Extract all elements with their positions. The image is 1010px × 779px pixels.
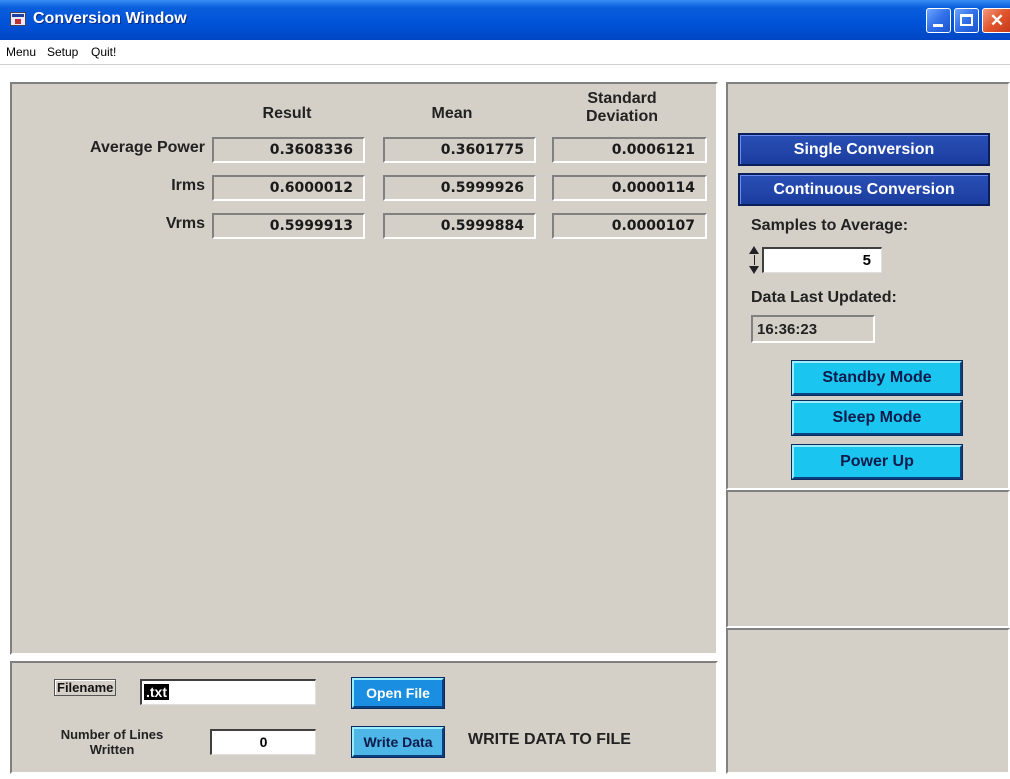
irms-result: 0.6000012 (212, 175, 365, 201)
close-button[interactable]: ✕ (982, 8, 1010, 33)
vrms-result: 0.5999913 (212, 213, 365, 239)
right-empty-panel-2 (726, 628, 1010, 774)
average-power-mean: 0.3601775 (383, 137, 536, 163)
last-updated-value: 16:36:23 (751, 315, 875, 343)
samples-input[interactable]: 5 (762, 247, 882, 273)
lines-written-field: 0 (210, 729, 316, 755)
app-icon[interactable] (10, 12, 26, 26)
measurement-panel: Result Mean Standard Deviation Average P… (10, 82, 718, 655)
irms-std-dev: 0.0000114 (552, 175, 707, 201)
average-power-std-dev: 0.0006121 (552, 137, 707, 163)
continuous-conversion-button[interactable]: Continuous Conversion (738, 173, 990, 206)
column-header-result: Result (262, 105, 312, 122)
title-bar[interactable]: Conversion Window ✕ (0, 0, 1010, 40)
filename-value: .txt (144, 684, 169, 700)
close-icon: ✕ (989, 11, 1005, 30)
power-up-button[interactable]: Power Up (791, 444, 963, 480)
filename-input[interactable]: .txt (140, 679, 316, 705)
vrms-std-dev: 0.0000107 (552, 213, 707, 239)
last-updated-label: Data Last Updated: (751, 289, 897, 306)
row-label-average-power: Average Power (89, 139, 205, 156)
write-data-button[interactable]: Write Data (351, 726, 445, 758)
right-empty-panel-1 (726, 490, 1010, 628)
file-panel: Filename .txt Number of Lines Written 0 … (10, 661, 718, 774)
samples-value: 5 (862, 252, 871, 269)
standby-mode-button[interactable]: Standby Mode (791, 360, 963, 396)
write-data-caption: WRITE DATA TO FILE (468, 731, 631, 748)
lines-written-label: Number of Lines Written (60, 727, 164, 757)
window-title: Conversion Window (33, 10, 187, 27)
minimize-icon (933, 24, 943, 27)
minimize-button[interactable] (926, 8, 951, 33)
client-area: Result Mean Standard Deviation Average P… (0, 65, 1010, 779)
single-conversion-button[interactable]: Single Conversion (738, 133, 990, 166)
samples-label: Samples to Average: (751, 217, 909, 234)
open-file-button[interactable]: Open File (351, 677, 445, 709)
average-power-result: 0.3608336 (212, 137, 365, 163)
vrms-mean: 0.5999884 (383, 213, 536, 239)
menu-bar: Menu Setup Quit! (0, 40, 1010, 65)
lines-written-value: 0 (259, 734, 268, 750)
column-header-mean: Mean (431, 105, 473, 122)
column-header-std-dev: Standard Deviation (585, 90, 658, 125)
filename-label: Filename (54, 679, 117, 696)
samples-stepper[interactable] (747, 246, 763, 274)
maximize-icon (960, 14, 973, 26)
row-label-vrms: Vrms (165, 215, 205, 232)
menu-setup[interactable]: Setup (47, 45, 78, 59)
stepper-down-icon[interactable] (749, 266, 759, 274)
menu-menu[interactable]: Menu (6, 45, 36, 59)
sleep-mode-button[interactable]: Sleep Mode (791, 400, 963, 436)
maximize-button[interactable] (954, 8, 979, 33)
menu-quit[interactable]: Quit! (91, 45, 116, 59)
row-label-irms: Irms (171, 177, 205, 194)
stepper-up-icon[interactable] (749, 246, 759, 254)
irms-mean: 0.5999926 (383, 175, 536, 201)
